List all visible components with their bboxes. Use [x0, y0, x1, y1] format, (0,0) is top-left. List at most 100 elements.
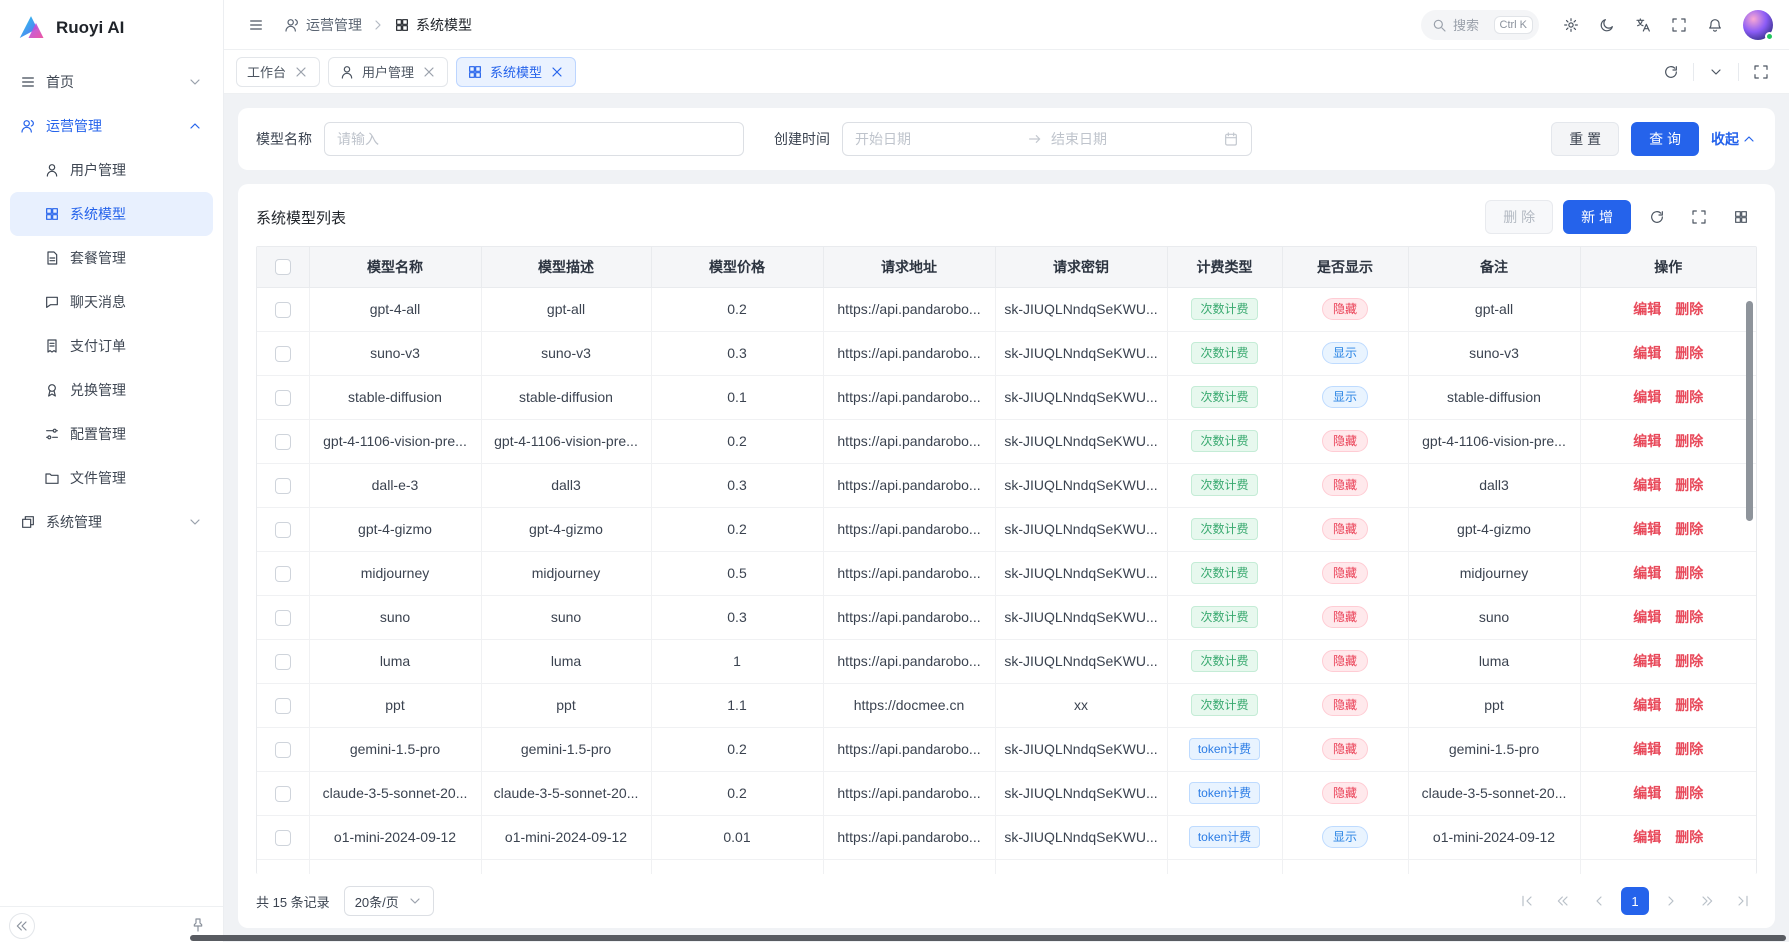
cell-key: sk-JIUQLNndqSeKWU...	[995, 815, 1167, 859]
start-date-input[interactable]	[855, 131, 1019, 147]
sidebar-item-package-management[interactable]: 套餐管理	[10, 236, 213, 280]
sidebar-item-config-management[interactable]: 配置管理	[10, 412, 213, 456]
query-button[interactable]: 查 询	[1631, 122, 1699, 156]
edit-link[interactable]: 编辑	[1633, 477, 1661, 493]
tab-workbench[interactable]: 工作台	[236, 57, 320, 87]
edit-link[interactable]: 编辑	[1633, 785, 1661, 801]
page-size-select[interactable]: 20条/页	[344, 886, 434, 916]
model-name-input[interactable]	[324, 122, 744, 156]
delete-link[interactable]: 删除	[1675, 829, 1703, 845]
tab-menu-button[interactable]	[1700, 56, 1732, 88]
delete-link[interactable]: 删除	[1675, 609, 1703, 625]
tab-user-management[interactable]: 用户管理	[328, 57, 448, 87]
reset-button[interactable]: 重 置	[1551, 122, 1619, 156]
sidebar-item-chat-messages[interactable]: 聊天消息	[10, 280, 213, 324]
delete-link[interactable]: 删除	[1675, 565, 1703, 581]
row-checkbox[interactable]	[275, 654, 291, 670]
create-time-range-picker[interactable]	[842, 122, 1252, 156]
close-icon[interactable]	[421, 64, 437, 80]
double-chevron-left-icon	[1555, 893, 1571, 909]
sidebar-toggle-button[interactable]	[240, 9, 272, 41]
select-all-checkbox[interactable]	[275, 259, 291, 275]
language-button[interactable]	[1627, 9, 1659, 41]
sidebar-item-redeem-management[interactable]: 兑换管理	[10, 368, 213, 412]
forward-5-pages-button[interactable]	[1693, 887, 1721, 915]
pin-icon[interactable]	[190, 917, 206, 933]
content-fullscreen-button[interactable]	[1745, 56, 1777, 88]
row-checkbox[interactable]	[275, 742, 291, 758]
row-checkbox[interactable]	[275, 302, 291, 318]
sidebar-item-home[interactable]: 首页	[10, 60, 213, 104]
page-number-button[interactable]: 1	[1621, 887, 1649, 915]
refresh-table-button[interactable]	[1641, 201, 1673, 233]
row-checkbox[interactable]	[275, 830, 291, 846]
edit-link[interactable]: 编辑	[1633, 653, 1661, 669]
fullscreen-button[interactable]	[1663, 9, 1695, 41]
row-checkbox[interactable]	[275, 522, 291, 538]
first-page-button[interactable]	[1513, 887, 1541, 915]
breadcrumb-system-model[interactable]: 系统模型	[394, 15, 472, 35]
row-checkbox[interactable]	[275, 478, 291, 494]
close-icon[interactable]	[293, 64, 309, 80]
notifications-button[interactable]	[1699, 9, 1731, 41]
column-settings-button[interactable]	[1725, 201, 1757, 233]
row-checkbox[interactable]	[275, 566, 291, 582]
end-date-input[interactable]	[1051, 131, 1215, 147]
delete-link[interactable]: 删除	[1675, 741, 1703, 757]
delete-link[interactable]: 删除	[1675, 477, 1703, 493]
sidebar-item-operations[interactable]: 运营管理	[10, 104, 213, 148]
row-checkbox[interactable]	[275, 390, 291, 406]
delete-link[interactable]: 删除	[1675, 653, 1703, 669]
table-row: claude-3-5-sonnet-20...claude-3-5-sonnet…	[257, 771, 1756, 815]
edit-link[interactable]: 编辑	[1633, 565, 1661, 581]
row-checkbox[interactable]	[275, 434, 291, 450]
row-checkbox[interactable]	[275, 346, 291, 362]
edit-link[interactable]: 编辑	[1633, 433, 1661, 449]
last-page-button[interactable]	[1729, 887, 1757, 915]
row-checkbox[interactable]	[275, 610, 291, 626]
table-fullscreen-button[interactable]	[1683, 201, 1715, 233]
refresh-tab-button[interactable]	[1655, 56, 1687, 88]
delete-link[interactable]: 删除	[1675, 301, 1703, 317]
edit-link[interactable]: 编辑	[1633, 521, 1661, 537]
breadcrumb-operations[interactable]: 运营管理	[284, 15, 362, 35]
edit-link[interactable]: 编辑	[1633, 389, 1661, 405]
prev-page-button[interactable]	[1585, 887, 1613, 915]
delete-link[interactable]: 删除	[1675, 785, 1703, 801]
settings-button[interactable]	[1555, 9, 1587, 41]
page-horizontal-scrollbar[interactable]	[190, 935, 1786, 941]
sidebar-item-file-management[interactable]: 文件管理	[10, 456, 213, 500]
delete-link[interactable]: 删除	[1675, 345, 1703, 361]
delete-link[interactable]: 删除	[1675, 389, 1703, 405]
sidebar-collapse-button[interactable]	[9, 913, 35, 939]
sidebar-item-payment-orders[interactable]: 支付订单	[10, 324, 213, 368]
delete-link[interactable]: 删除	[1675, 433, 1703, 449]
global-search[interactable]: 搜索 Ctrl K	[1421, 10, 1539, 40]
app-logo[interactable]: Ruoyi AI	[0, 0, 223, 56]
add-button[interactable]: 新 增	[1563, 200, 1631, 234]
package-icon	[44, 250, 60, 266]
table-vertical-scrollbar[interactable]	[1746, 301, 1753, 521]
edit-link[interactable]: 编辑	[1633, 609, 1661, 625]
edit-link[interactable]: 编辑	[1633, 829, 1661, 845]
row-checkbox[interactable]	[275, 698, 291, 714]
next-page-button[interactable]	[1657, 887, 1685, 915]
delete-link[interactable]: 删除	[1675, 521, 1703, 537]
tab-system-model[interactable]: 系统模型	[456, 57, 576, 87]
sidebar-item-system[interactable]: 系统管理	[10, 500, 213, 544]
edit-link[interactable]: 编辑	[1633, 697, 1661, 713]
collapse-filter-link[interactable]: 收起	[1711, 129, 1757, 149]
user-avatar[interactable]	[1743, 10, 1773, 40]
column-header: 模型价格	[651, 247, 823, 287]
sidebar-item-system-model[interactable]: 系统模型	[10, 192, 213, 236]
sidebar-item-user-management[interactable]: 用户管理	[10, 148, 213, 192]
back-5-pages-button[interactable]	[1549, 887, 1577, 915]
theme-toggle-button[interactable]	[1591, 9, 1623, 41]
edit-link[interactable]: 编辑	[1633, 345, 1661, 361]
delete-selected-button[interactable]: 删 除	[1485, 200, 1553, 234]
edit-link[interactable]: 编辑	[1633, 741, 1661, 757]
delete-link[interactable]: 删除	[1675, 697, 1703, 713]
row-checkbox[interactable]	[275, 786, 291, 802]
edit-link[interactable]: 编辑	[1633, 301, 1661, 317]
close-icon[interactable]	[549, 64, 565, 80]
